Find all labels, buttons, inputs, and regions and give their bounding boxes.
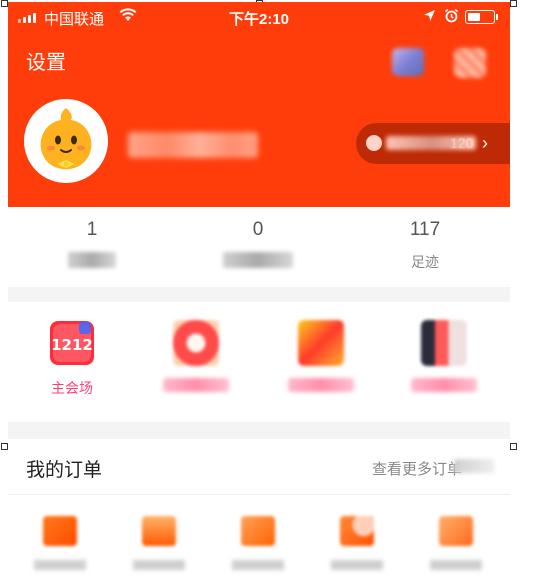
selection-handle-middle-left <box>1 443 8 450</box>
order-label-redacted <box>232 560 284 570</box>
stat-favorites[interactable]: 1 <box>32 219 152 268</box>
review-icon <box>340 516 374 546</box>
scan-icon[interactable] <box>392 48 424 76</box>
message-icon[interactable] <box>454 48 486 78</box>
order-label-redacted <box>331 560 383 570</box>
orders-row <box>8 496 510 580</box>
promo-product-icon <box>421 320 467 366</box>
selection-handle-top-left <box>1 0 8 7</box>
member-badge-icon <box>366 135 382 151</box>
promo-label: 主会场 <box>51 380 93 396</box>
order-pending-shipment[interactable] <box>119 516 199 570</box>
promo-label-redacted <box>163 378 229 392</box>
view-more-redacted <box>454 459 494 473</box>
mascot-avatar-icon <box>27 102 105 180</box>
status-bar: 中国联通 下午2:10 <box>8 2 510 30</box>
promo-row: 1212 主会场 <box>8 302 510 422</box>
section-divider <box>8 422 510 439</box>
alarm-icon <box>444 8 459 23</box>
battery-icon <box>465 10 495 24</box>
order-pending-review[interactable] <box>317 516 397 570</box>
view-more-orders-link[interactable]: 查看更多订单 <box>372 458 462 479</box>
order-label-redacted <box>133 560 185 570</box>
order-label-redacted <box>34 560 86 570</box>
promo-gift-icon <box>173 320 219 366</box>
promo-4[interactable] <box>394 320 494 392</box>
promo-1212-icon: 1212 <box>49 320 95 366</box>
username-redacted[interactable] <box>128 132 258 158</box>
orders-header: 我的订单 查看更多订单 <box>8 439 510 495</box>
wallet-icon <box>43 516 77 546</box>
order-label-redacted <box>430 560 482 570</box>
phone-screen: 中国联通 下午2:10 设置 120 › 1 0 117 足迹 1212 主会场… <box>8 2 510 580</box>
promo-2[interactable] <box>146 320 246 392</box>
selection-handle-top-right <box>510 0 517 7</box>
member-code-pill[interactable]: 120 › <box>356 123 510 164</box>
package-icon <box>142 516 176 546</box>
order-pending-payment[interactable] <box>20 516 100 570</box>
avatar[interactable] <box>24 99 108 183</box>
selection-handle-middle-right <box>510 443 517 450</box>
stat-value: 1 <box>86 219 98 240</box>
order-refund[interactable] <box>416 516 496 570</box>
chevron-right-icon: › <box>482 133 488 153</box>
settings-button[interactable]: 设置 <box>26 46 66 75</box>
promo-coupon-icon <box>298 320 344 366</box>
promo-badge-text: 1212 <box>51 336 93 354</box>
stat-value: 0 <box>252 219 264 240</box>
stat-label-redacted <box>68 252 116 268</box>
stat-label-redacted <box>223 252 293 268</box>
promo-main-venue[interactable]: 1212 主会场 <box>22 320 122 398</box>
stat-footprints[interactable]: 117 足迹 <box>365 219 485 272</box>
refund-icon <box>439 516 473 546</box>
promo-3[interactable] <box>271 320 371 392</box>
profile-header: 中国联通 下午2:10 设置 120 › <box>8 2 510 207</box>
stat-value: 117 <box>409 219 441 240</box>
orders-title: 我的订单 <box>26 460 103 481</box>
location-icon <box>424 10 435 21</box>
promo-label-redacted <box>411 378 477 392</box>
stats-row: 1 0 117 足迹 <box>8 207 510 287</box>
promo-label-redacted <box>288 378 354 392</box>
stat-followed-shops[interactable]: 0 <box>198 219 318 268</box>
member-code-fragment: 120 <box>450 135 474 151</box>
truck-icon <box>241 516 275 546</box>
stat-label: 足迹 <box>411 254 439 270</box>
section-divider <box>8 287 510 302</box>
order-pending-receipt[interactable] <box>218 516 298 570</box>
battery-tip <box>496 14 498 20</box>
